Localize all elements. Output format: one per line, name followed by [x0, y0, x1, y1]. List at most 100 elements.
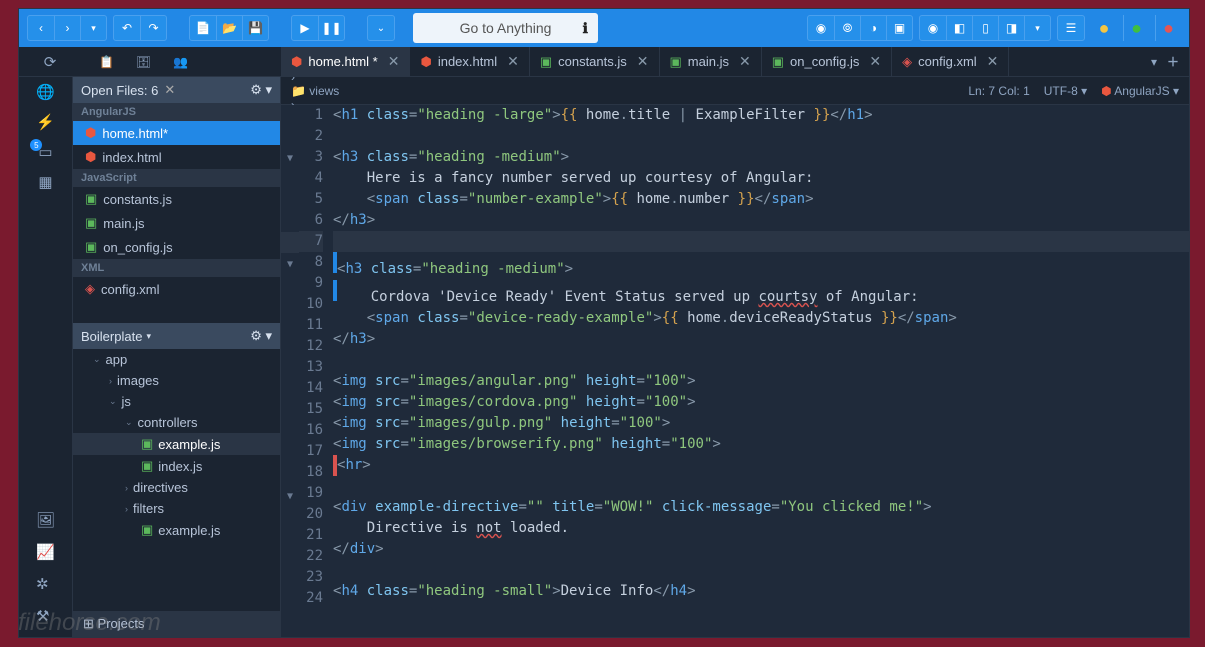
snippet-icon[interactable]: ✲ — [36, 575, 55, 593]
tab-config-xml[interactable]: ◈ config.xml ✕ — [892, 47, 1009, 76]
save-icon: 💾 — [248, 21, 263, 35]
add-tab-button[interactable]: ＋ — [1167, 53, 1179, 70]
bolt-icon[interactable]: ⚡ — [36, 113, 55, 131]
minimize-button[interactable]: ● — [1091, 15, 1117, 41]
tab-home-html--[interactable]: ⬢ home.html * ✕ — [281, 47, 410, 76]
tree-item[interactable]: ⌄js — [73, 391, 280, 412]
tree-item[interactable]: ▣index.js — [73, 455, 280, 477]
status-encoding[interactable]: UTF-8 ▾ — [1044, 84, 1087, 98]
run-button[interactable]: ▶ — [292, 15, 318, 41]
nav-back-button[interactable]: ‹ — [28, 15, 54, 41]
close-icon[interactable]: ✕ — [637, 53, 649, 70]
tab-constants-js[interactable]: ▣ constants.js ✕ — [530, 47, 660, 76]
chevron-icon: › — [109, 376, 112, 386]
file-label: on_config.js — [103, 240, 172, 255]
file-label: index.html — [102, 150, 161, 165]
projects-button[interactable]: ⊞ Projects — [73, 610, 280, 637]
open-file-item[interactable]: ⬢ index.html — [73, 145, 280, 169]
open-file-item[interactable]: ◈ config.xml — [73, 277, 280, 301]
notifications-icon[interactable]: ▭ — [38, 143, 52, 161]
tab-label: home.html * — [308, 54, 377, 69]
file-group: AngularJS — [73, 103, 280, 121]
open-file-item[interactable]: ▣ constants.js — [73, 187, 280, 211]
database-icon[interactable]: 🗄 — [136, 55, 151, 69]
image-icon[interactable]: 🖼 — [36, 511, 55, 529]
save-button[interactable]: 💾 — [242, 15, 268, 41]
file-plus-icon: 📄 — [196, 21, 211, 35]
html-file-icon: ⬢ — [291, 54, 302, 70]
run-dropdown-button[interactable]: ⌄ — [368, 15, 394, 41]
html-file-icon: ⬢ — [85, 149, 96, 165]
tab-label: main.js — [688, 54, 729, 69]
eye-icon: ◉ — [928, 21, 938, 35]
file-group: XML — [73, 259, 280, 277]
breadcrumbs: 📁 Boilerplate›📁 app›📁 views›⬢ home.html›… — [281, 77, 1189, 105]
paste-icon[interactable]: 📋 — [99, 55, 114, 69]
file-group: JavaScript — [73, 169, 280, 187]
xml-file-icon: ◈ — [85, 281, 95, 297]
code-editor[interactable]: ▼ ▼ ▼ 1234567891011121314151617181920212… — [281, 105, 1189, 637]
open-folder-button[interactable]: 📂 — [216, 15, 242, 41]
tree-item[interactable]: ›directives — [73, 477, 280, 498]
focus-mode-button[interactable]: ◉ — [920, 15, 946, 41]
play-macro-button[interactable]: ◑ — [860, 15, 886, 41]
open-file-item[interactable]: ▣ on_config.js — [73, 235, 280, 259]
tab-on-config-js[interactable]: ▣ on_config.js ✕ — [762, 47, 892, 76]
tree-item[interactable]: ⌄app — [73, 349, 280, 370]
breadcrumb-item[interactable]: 📁 views — [291, 84, 366, 98]
nav-forward-button[interactable]: › — [54, 15, 80, 41]
open-files-header: Open Files: 6 ✕ ⚙ ▾ — [73, 77, 280, 103]
status-language[interactable]: ⬢ AngularJS ▾ — [1101, 84, 1179, 98]
folder-icon: 📂 — [222, 21, 237, 35]
goto-anything-input[interactable]: Go to Anything ℹ — [413, 13, 598, 43]
close-icon[interactable]: ✕ — [388, 53, 400, 70]
split-left-button[interactable]: ◧ — [946, 15, 972, 41]
split-center-button[interactable]: ▯ — [972, 15, 998, 41]
gear-icon[interactable]: ⚙ ▾ — [250, 328, 272, 344]
chevron-icon: ⌄ — [109, 396, 117, 407]
pause-button[interactable]: ❚❚ — [318, 15, 344, 41]
tab-index-html[interactable]: ⬢ index.html ✕ — [410, 47, 529, 76]
maximize-button[interactable]: ● — [1123, 15, 1149, 41]
chart-icon[interactable]: 📈 — [36, 543, 55, 561]
undo-button[interactable]: ↶ — [114, 15, 140, 41]
tree-item[interactable]: ▣example.js — [73, 519, 280, 541]
tree-item[interactable]: ›images — [73, 370, 280, 391]
split-dropdown-button[interactable]: ▾ — [1024, 15, 1050, 41]
gear-icon[interactable]: ⚙ ▾ — [250, 82, 272, 98]
file-label: constants.js — [103, 192, 172, 207]
tab-main-js[interactable]: ▣ main.js ✕ — [660, 47, 762, 76]
split-indicator-icon[interactable]: ▾ — [1151, 55, 1157, 69]
tree-item[interactable]: ›filters — [73, 498, 280, 519]
main-toolbar: ‹ › ▾ ↶ ↷ 📄 📂 💾 ▶ ❚❚ ⌄ Go to Anything ℹ — [19, 9, 1189, 47]
redo-button[interactable]: ↷ — [140, 15, 166, 41]
close-icon[interactable]: ✕ — [869, 53, 881, 70]
xml-file-icon: ◈ — [902, 54, 912, 70]
globe-icon[interactable]: 🌐 — [36, 83, 55, 101]
open-file-item[interactable]: ▣ main.js — [73, 211, 280, 235]
close-icon[interactable]: ✕ — [987, 53, 999, 70]
pause-macro-button[interactable]: ⦾ — [834, 15, 860, 41]
sidebar: Open Files: 6 ✕ ⚙ ▾ AngularJS ⬢ home.htm… — [73, 77, 281, 637]
html-file-icon: ⬢ — [420, 54, 431, 70]
close-icon[interactable]: ✕ — [739, 53, 751, 70]
tools-icon[interactable]: ⚒ — [36, 607, 55, 625]
menu-button[interactable]: ☰ — [1058, 15, 1084, 41]
project-header: Boilerplate ▾ ⚙ ▾ — [73, 323, 280, 349]
open-file-item[interactable]: ⬢ home.html* — [73, 121, 280, 145]
close-window-button[interactable]: ● — [1155, 15, 1181, 41]
tree-item[interactable]: ⌄controllers — [73, 412, 280, 433]
close-icon[interactable]: ✕ — [507, 53, 519, 70]
record-macro-button[interactable]: ◉ — [808, 15, 834, 41]
chevron-icon: › — [125, 483, 128, 493]
layout-icon[interactable]: ▦ — [38, 173, 52, 191]
save-macro-button[interactable]: ▣ — [886, 15, 912, 41]
users-icon[interactable]: 👥 — [173, 55, 188, 69]
close-icon[interactable]: ✕ — [164, 82, 175, 98]
tree-item[interactable]: ▣example.js — [73, 433, 280, 455]
split-right-button[interactable]: ◨ — [998, 15, 1024, 41]
new-file-button[interactable]: 📄 — [190, 15, 216, 41]
nav-dropdown-button[interactable]: ▾ — [80, 15, 106, 41]
refresh-icon[interactable]: ⟳ — [44, 53, 57, 71]
file-label: main.js — [103, 216, 144, 231]
